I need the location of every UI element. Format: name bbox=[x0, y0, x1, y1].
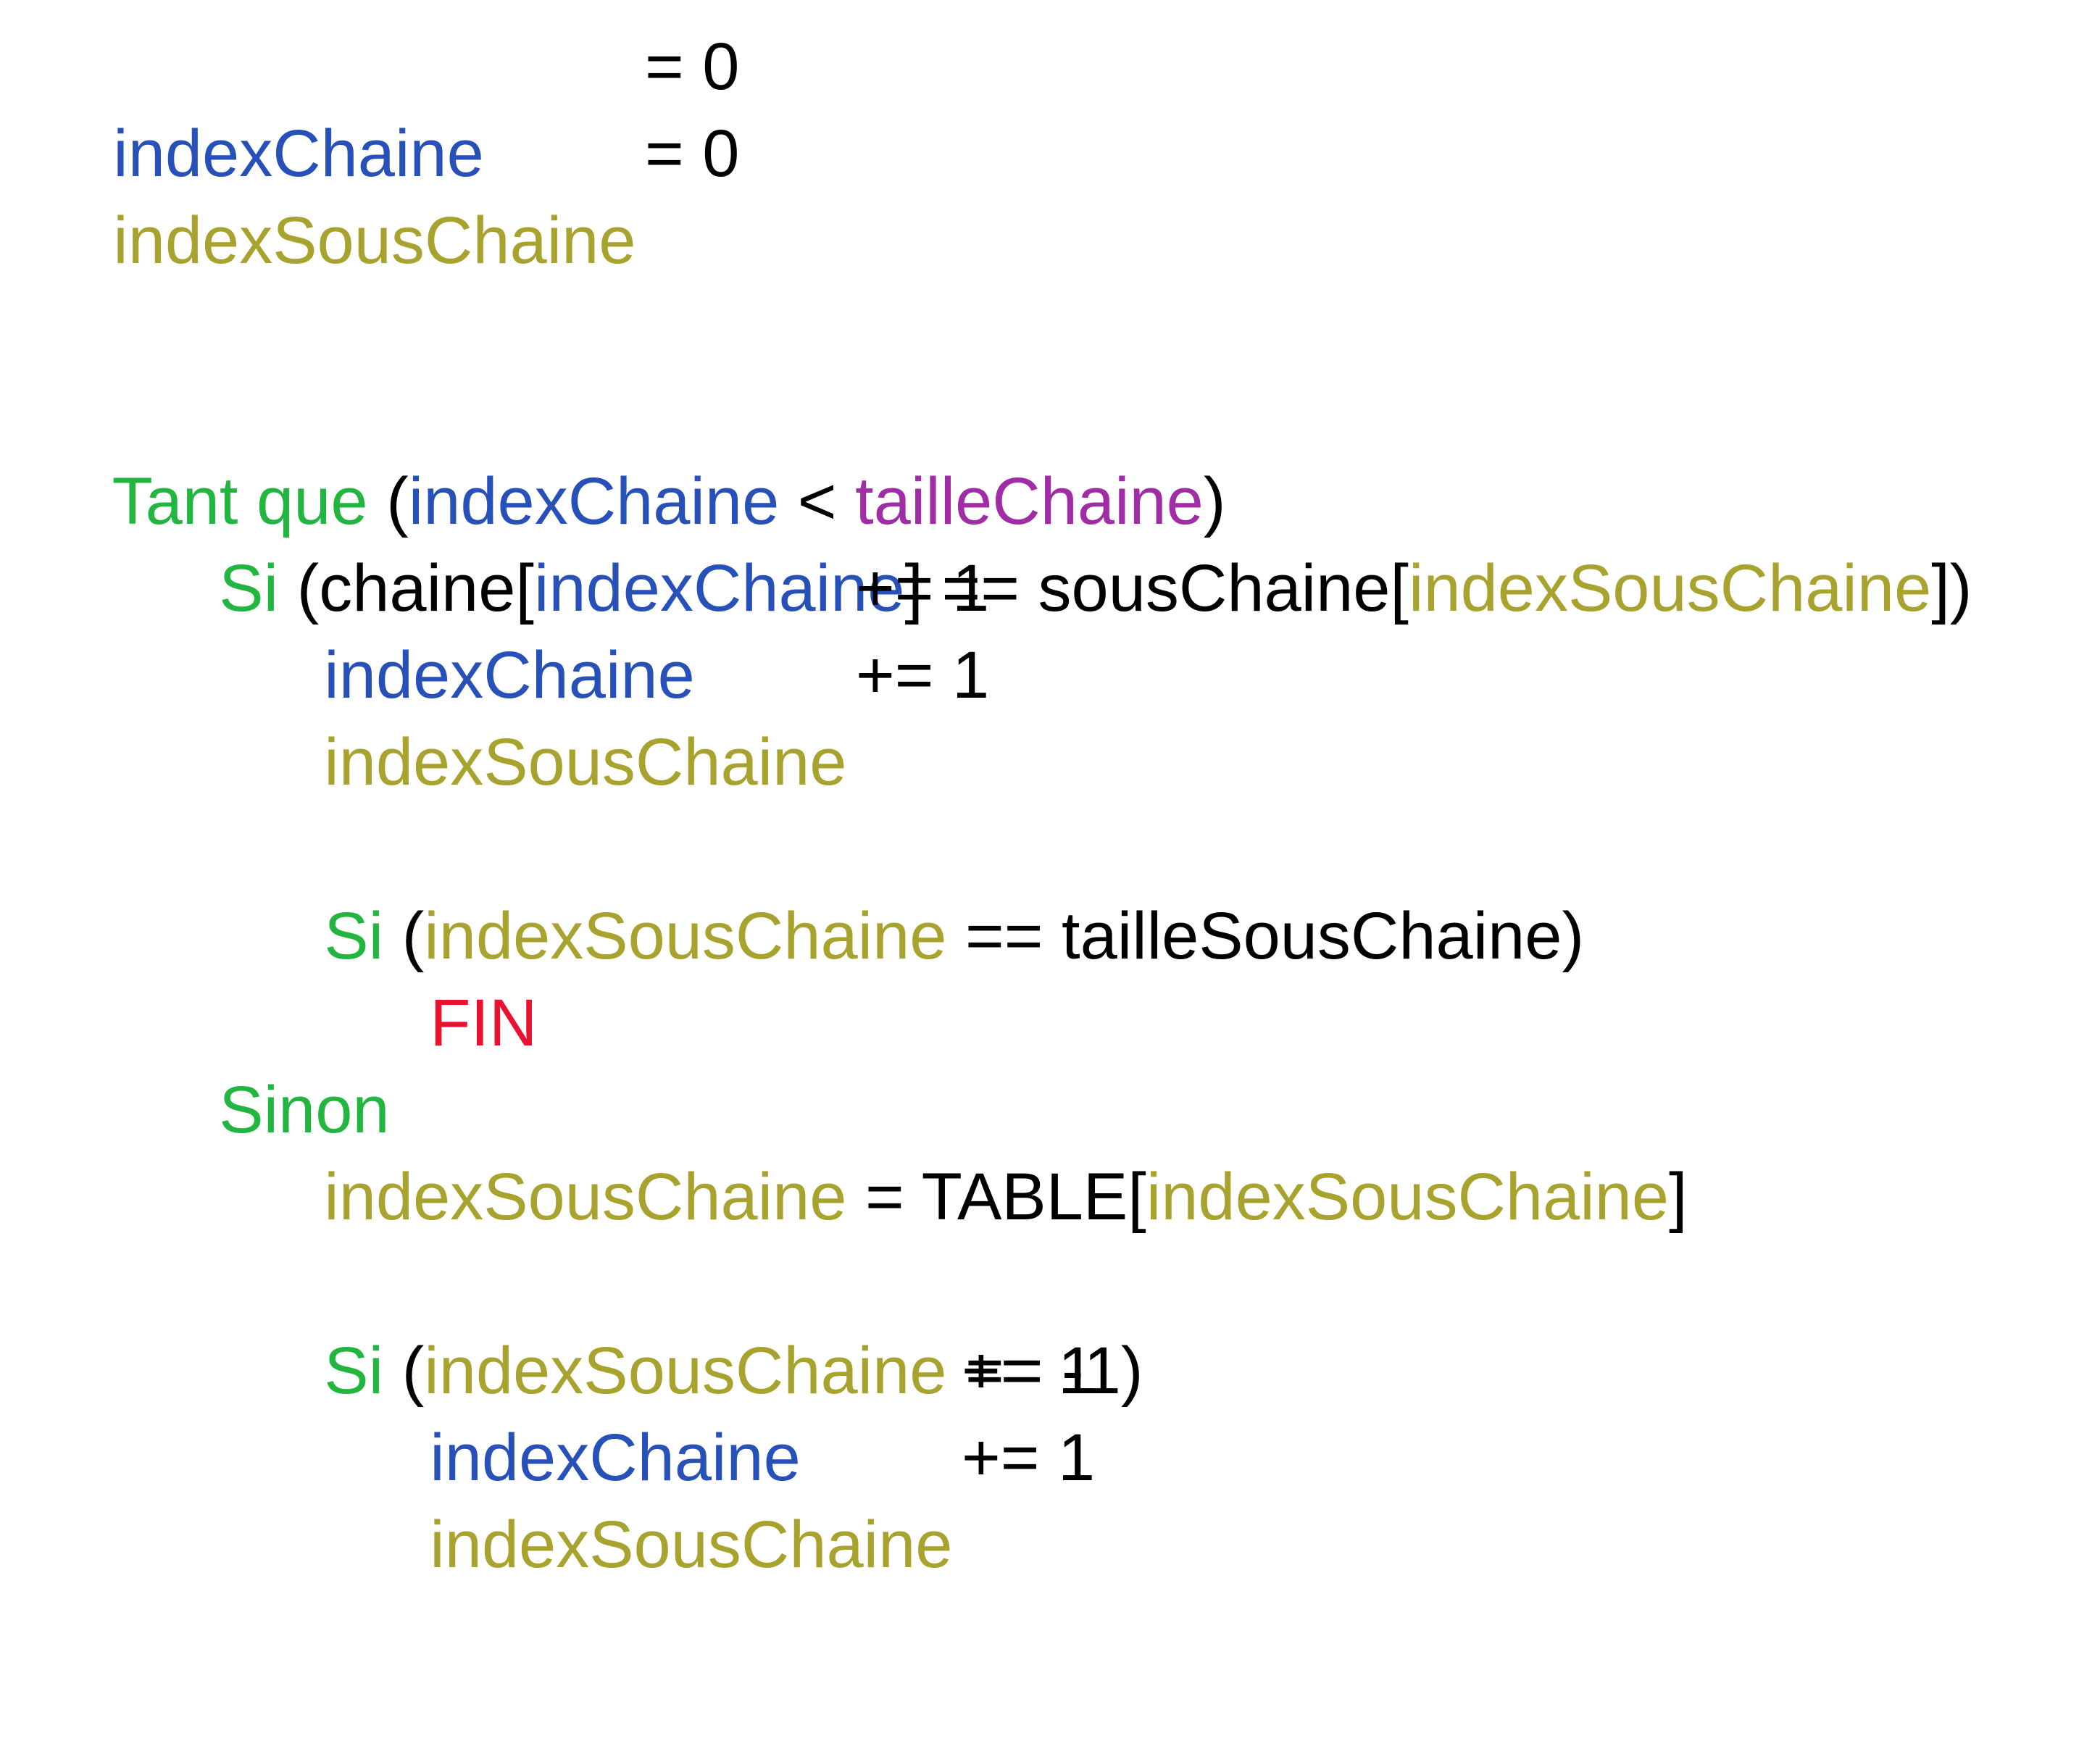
code-line-while: Tant que (indexChaine < tailleChaine) bbox=[39, 371, 1226, 538]
variable-index-sous-chaine: indexSousChaine bbox=[324, 1160, 847, 1234]
increment-value: += 1 bbox=[856, 638, 990, 712]
code-line-init-index-chaine: indexChaine = 0 bbox=[39, 23, 739, 191]
code-line-init-index-sous-chaine: indexSousChaine = 0 bbox=[39, 110, 739, 277]
code-line-increment-index-chaine-2: indexChaine += 1 bbox=[356, 1327, 1095, 1495]
code-line-else: Sinon bbox=[145, 980, 389, 1147]
expression-taille-sous-chaine: == tailleSousChaine) bbox=[946, 899, 1585, 973]
increment-value: += 1 bbox=[962, 1421, 1096, 1495]
variable-index-sous-chaine: indexSousChaine bbox=[113, 204, 636, 277]
code-line-if-match: Si (chaine[indexChaine] == sousChaine[in… bbox=[145, 458, 1972, 625]
keyword-fin: FIN bbox=[430, 986, 538, 1060]
variable-index-sous-chaine: indexSousChaine bbox=[430, 1508, 953, 1582]
increment-value: += 1 bbox=[962, 1334, 1096, 1408]
increment-value: += 1 bbox=[856, 551, 990, 625]
code-line-increment-index-sous-chaine-2: indexSousChaine += 1 bbox=[356, 1414, 1095, 1582]
variable-index-sous-chaine: indexSousChaine bbox=[324, 725, 847, 799]
code-line-fin: FIN bbox=[356, 893, 537, 1060]
code-line-if-reset: Si (indexSousChaine == -1) bbox=[250, 1240, 1143, 1408]
punctuation: ]) bbox=[1931, 551, 1972, 625]
code-line-increment-index-chaine: indexChaine += 1 bbox=[250, 545, 989, 712]
expression-table: = TABLE[ bbox=[846, 1160, 1146, 1234]
assignment-value: = 0 bbox=[645, 30, 740, 104]
code-line-increment-index-sous-chaine: indexSousChaine += 1 bbox=[250, 632, 989, 799]
pseudocode-block: indexChaine = 0 indexSousChaine = 0 Tant… bbox=[39, 0, 2090, 1582]
punctuation: ] bbox=[1669, 1160, 1688, 1234]
variable-index-sous-chaine: indexSousChaine bbox=[1409, 551, 1932, 625]
variable-index-sous-chaine: indexSousChaine bbox=[1146, 1160, 1669, 1234]
code-line-if-complete: Si (indexSousChaine == tailleSousChaine) bbox=[250, 806, 1584, 973]
code-line-table-lookup: indexSousChaine = TABLE[indexSousChaine] bbox=[250, 1066, 1687, 1234]
assignment-value: = 0 bbox=[645, 117, 740, 191]
